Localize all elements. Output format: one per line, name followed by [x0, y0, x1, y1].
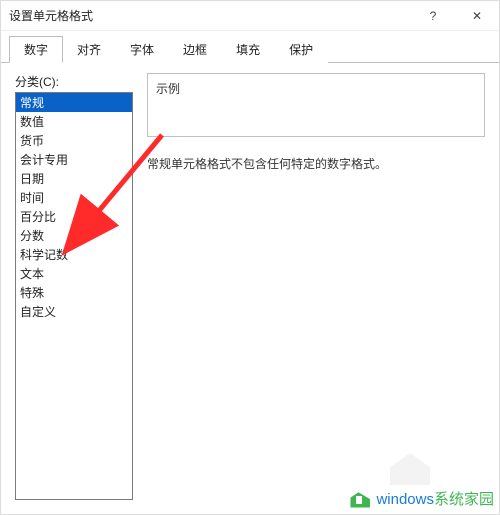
window-title: 设置单元格格式 — [9, 7, 411, 24]
category-item[interactable]: 分数 — [16, 226, 132, 245]
close-button[interactable]: ✕ — [455, 1, 499, 31]
tab-1[interactable]: 对齐 — [62, 36, 116, 63]
category-item[interactable]: 日期 — [16, 169, 132, 188]
category-item[interactable]: 百分比 — [16, 207, 132, 226]
category-item[interactable]: 科学记数 — [16, 245, 132, 264]
help-icon: ? — [430, 9, 437, 23]
dialog-window: 设置单元格格式 ? ✕ 数字对齐字体边框填充保护 分类(C): 常规数值货币会计… — [0, 0, 500, 515]
tab-strip: 数字对齐字体边框填充保护 — [1, 31, 499, 63]
category-item[interactable]: 文本 — [16, 264, 132, 283]
watermark-text: windows系统家园 — [376, 488, 494, 509]
tab-content: 分类(C): 常规数值货币会计专用日期时间百分比分数科学记数文本特殊自定义 示例… — [1, 63, 499, 514]
format-description: 常规单元格格式不包含任何特定的数字格式。 — [147, 155, 485, 172]
help-button[interactable]: ? — [411, 1, 455, 31]
titlebar: 设置单元格格式 ? ✕ — [1, 1, 499, 31]
category-panel: 分类(C): 常规数值货币会计专用日期时间百分比分数科学记数文本特殊自定义 — [15, 73, 133, 500]
category-item[interactable]: 数值 — [16, 112, 132, 131]
watermark-logo-icon — [350, 490, 370, 508]
sample-label: 示例 — [156, 80, 476, 97]
watermark: windows系统家园 — [350, 488, 494, 509]
tab-5[interactable]: 保护 — [274, 36, 328, 63]
category-item[interactable]: 会计专用 — [16, 150, 132, 169]
tab-2[interactable]: 字体 — [115, 36, 169, 63]
category-listbox[interactable]: 常规数值货币会计专用日期时间百分比分数科学记数文本特殊自定义 — [15, 92, 133, 500]
sample-box: 示例 — [147, 73, 485, 137]
category-item[interactable]: 时间 — [16, 188, 132, 207]
category-item[interactable]: 自定义 — [16, 302, 132, 321]
category-label: 分类(C): — [15, 73, 133, 90]
tab-0[interactable]: 数字 — [9, 36, 63, 63]
category-item[interactable]: 货币 — [16, 131, 132, 150]
preview-panel: 示例 常规单元格格式不包含任何特定的数字格式。 — [147, 73, 485, 500]
category-item[interactable]: 常规 — [16, 93, 132, 112]
close-icon: ✕ — [472, 9, 482, 23]
category-item[interactable]: 特殊 — [16, 283, 132, 302]
tab-3[interactable]: 边框 — [168, 36, 222, 63]
tab-4[interactable]: 填充 — [221, 36, 275, 63]
